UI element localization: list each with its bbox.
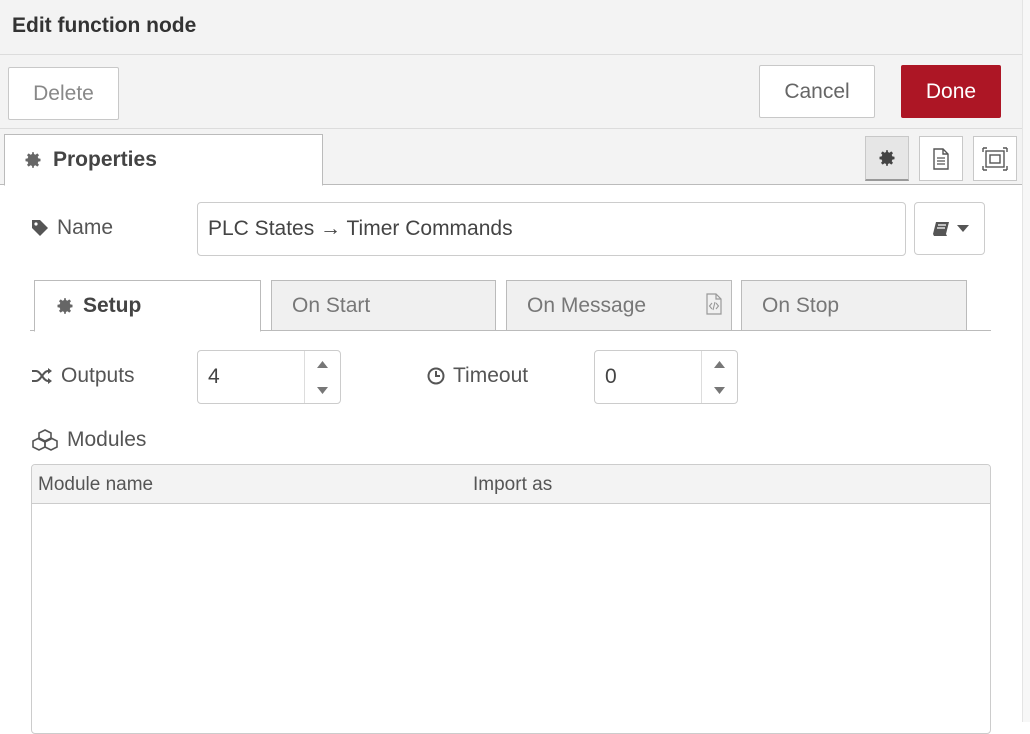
caret-down-icon	[714, 386, 725, 394]
tab-on-message[interactable]: On Message	[506, 280, 732, 331]
tag-icon	[31, 219, 49, 237]
caret-up-icon	[714, 360, 725, 368]
tab-bar: Properties	[0, 129, 1022, 186]
code-file-icon	[705, 293, 723, 315]
cancel-button[interactable]: Cancel	[759, 65, 875, 118]
caret-up-icon	[317, 360, 328, 368]
appearance-icon	[982, 146, 1008, 171]
gear-icon	[23, 150, 43, 170]
column-import-as: Import as	[473, 474, 553, 495]
caret-down-icon	[317, 386, 328, 394]
dialog-title: Edit function node	[12, 14, 197, 37]
tab-on-start-label: On Start	[292, 293, 371, 317]
tab-on-start[interactable]: On Start	[271, 280, 496, 331]
timeout-increment-button[interactable]	[702, 351, 737, 377]
outputs-label: Outputs	[31, 360, 135, 392]
name-label: Name	[31, 212, 113, 244]
outputs-decrement-button[interactable]	[305, 377, 340, 403]
tab-properties-label: Properties	[53, 148, 157, 171]
tab-appearance-button[interactable]	[973, 136, 1017, 181]
timeout-decrement-button[interactable]	[702, 377, 737, 403]
outputs-increment-button[interactable]	[305, 351, 340, 377]
column-module-name: Module name	[38, 474, 154, 495]
timeout-stepper[interactable]: 0	[594, 350, 738, 404]
modules-label: Modules	[31, 424, 146, 456]
book-icon	[931, 221, 951, 237]
gear-icon	[55, 296, 75, 316]
outputs-value[interactable]: 4	[208, 351, 220, 403]
library-button[interactable]	[914, 202, 985, 255]
tab-setup[interactable]: Setup	[34, 280, 261, 332]
outputs-stepper[interactable]: 4	[197, 350, 341, 404]
random-icon	[31, 367, 53, 385]
gear-icon	[877, 148, 897, 168]
timeout-label: Timeout	[427, 360, 528, 392]
caret-down-icon	[956, 224, 969, 233]
tab-description-button[interactable]	[919, 136, 963, 181]
dialog-toolbar: Delete Cancel Done	[0, 55, 1022, 129]
cubes-icon	[31, 429, 59, 451]
tab-settings-button[interactable]	[865, 136, 909, 181]
tab-properties[interactable]: Properties	[4, 134, 323, 186]
description-icon	[931, 147, 951, 170]
tab-on-stop[interactable]: On Stop	[741, 280, 967, 331]
scrollbar[interactable]	[1022, 0, 1030, 722]
modules-table: Module name Import as	[31, 464, 991, 734]
tab-on-stop-label: On Stop	[762, 293, 840, 317]
name-input[interactable]: PLC States → Timer Commands	[197, 202, 906, 256]
tab-setup-label: Setup	[83, 294, 142, 317]
modules-table-header: Module name Import as	[32, 465, 990, 504]
done-button[interactable]: Done	[901, 65, 1001, 118]
delete-button[interactable]: Delete	[8, 67, 119, 120]
timeout-value[interactable]: 0	[605, 351, 617, 403]
tab-on-message-label: On Message	[527, 293, 647, 317]
clock-icon	[427, 367, 445, 385]
dialog-header: Edit function node	[0, 0, 1022, 55]
